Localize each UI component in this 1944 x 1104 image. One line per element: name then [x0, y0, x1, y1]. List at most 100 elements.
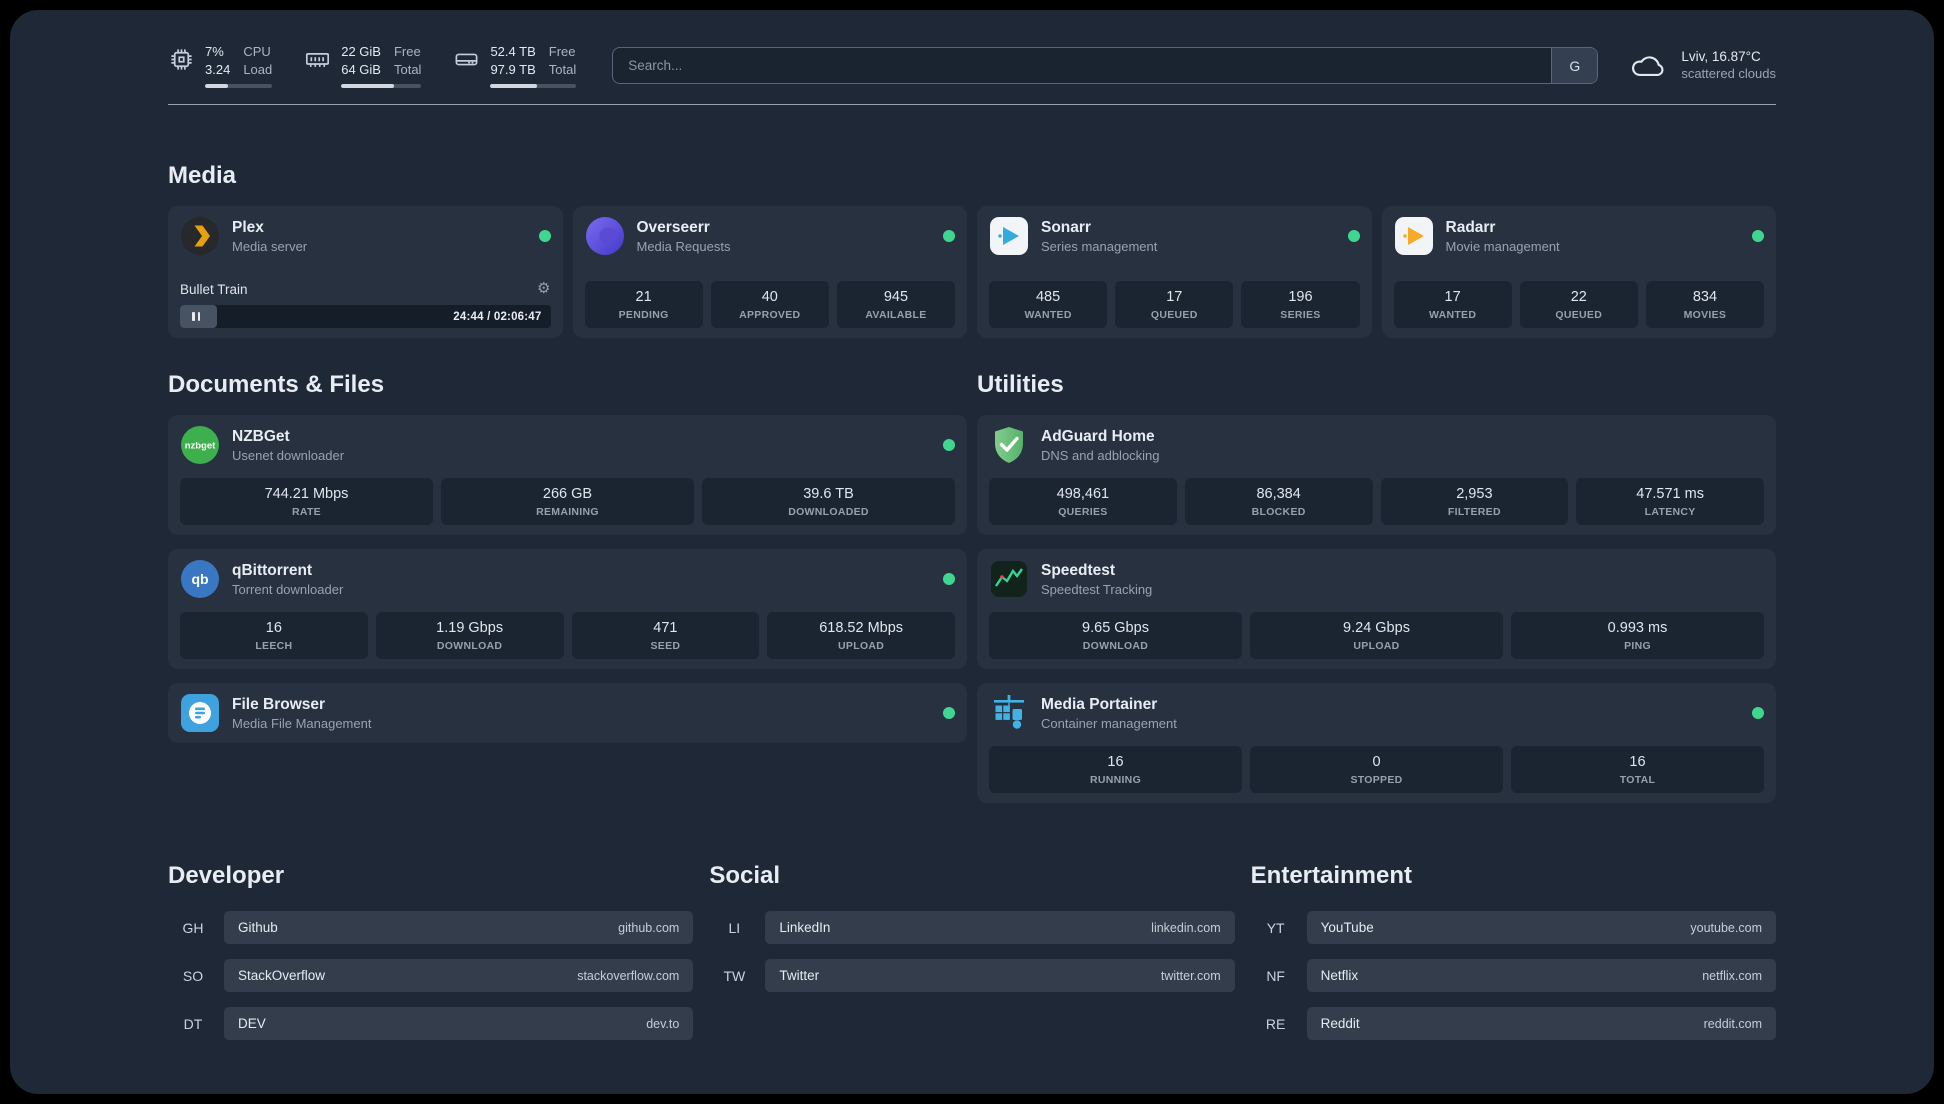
stat-box: 21 PENDING [584, 281, 703, 328]
top-bar: 7% 3.24 CPU Load 22 GiB 64 GiB Free Tota… [168, 44, 1776, 88]
system-widgets: 7% 3.24 CPU Load 22 GiB 64 GiB Free Tota… [168, 44, 577, 88]
bookmark-linkedin[interactable]: LI LinkedIn linkedin.com [709, 911, 1235, 944]
stat-label: PING [1624, 640, 1651, 652]
stat-label: DOWNLOAD [1082, 640, 1149, 652]
service-subtitle: Container management [1041, 716, 1177, 731]
stat-value: 86,384 [1256, 486, 1301, 502]
cpu-label: CPU [243, 44, 271, 59]
memory-progress-bar [341, 84, 422, 88]
stat-label: APPROVED [739, 309, 801, 321]
bookmark-url: youtube.com [1690, 920, 1762, 935]
stat-label: UPLOAD [838, 640, 885, 652]
service-subtitle: Movie management [1445, 239, 1560, 254]
pause-icon[interactable] [180, 312, 212, 321]
service-stats: 9.65 Gbps DOWNLOAD 9.24 Gbps UPLOAD 0.99… [989, 612, 1764, 659]
service-card-qbittorrent[interactable]: qb qBittorrent Torrent downloader 16 LEE… [168, 549, 967, 669]
stat-label: QUEUED [1150, 309, 1198, 321]
stat-label: DOWNLOADED [788, 506, 869, 518]
stat-value: 744.21 Mbps [264, 486, 349, 502]
bookmark-twitter[interactable]: TW Twitter twitter.com [709, 959, 1235, 992]
service-card-radarr[interactable]: Radarr Movie management 17 WANTED 22 QUE… [1381, 206, 1776, 338]
stat-value: 40 [761, 289, 778, 305]
service-stats: 498,461 QUERIES 86,384 BLOCKED 2,953 FIL… [989, 478, 1764, 525]
stat-box: 744.21 Mbps RATE [180, 478, 433, 525]
service-stats: 17 WANTED 22 QUEUED 834 MOVIES [1393, 281, 1765, 328]
stat-value: 9.65 Gbps [1082, 620, 1149, 636]
cpu-progress-bar [205, 84, 273, 88]
stat-label: LATENCY [1644, 506, 1696, 518]
playback-progress-bar[interactable]: 24:44 / 02:06:47 [180, 305, 551, 328]
media-cards: Plex Media server Bullet Train ⚙ 24:44 /… [168, 206, 1776, 338]
bookmark-url: github.com [618, 920, 680, 935]
stat-box: 0.993 ms PING [1511, 612, 1764, 659]
stat-value: 618.52 Mbps [819, 620, 904, 636]
service-name: AdGuard Home [1041, 428, 1155, 445]
service-card-sonarr[interactable]: Sonarr Series management 485 WANTED 17 Q… [977, 206, 1372, 338]
stat-label: LEECH [255, 640, 293, 652]
sonarr-icon [990, 217, 1028, 255]
overseerr-icon [585, 217, 624, 255]
bookmark-dev[interactable]: DT DEV dev.to [168, 1007, 694, 1040]
bookmark-stackoverflow[interactable]: SO StackOverflow stackoverflow.com [168, 959, 694, 992]
gear-icon[interactable]: ⚙ [537, 281, 550, 297]
bookmark-abbr: SO [182, 967, 204, 984]
now-playing-widget: Bullet Train ⚙ 24:44 / 02:06:47 [180, 281, 551, 328]
bookmark-name: Twitter [779, 968, 820, 983]
search-provider-button[interactable]: G [1551, 48, 1598, 83]
stat-box: 485 WANTED [989, 281, 1108, 328]
stat-label: RATE [291, 506, 321, 518]
stat-box: 86,384 BLOCKED [1184, 478, 1373, 525]
service-name: NZBGet [232, 428, 290, 445]
service-card-portainer[interactable]: Media Portainer Container management 16 … [977, 683, 1776, 803]
search-input[interactable] [613, 48, 1552, 83]
stat-value: 16 [1629, 754, 1646, 770]
service-card-nzbget[interactable]: nzbget NZBGet Usenet downloader 744.21 M… [168, 415, 967, 535]
nzbget-icon: nzbget [181, 426, 219, 464]
service-subtitle: Media server [232, 239, 308, 254]
svg-text:qb: qb [191, 571, 208, 587]
service-card-plex[interactable]: Plex Media server Bullet Train ⚙ 24:44 /… [168, 206, 563, 338]
stat-value: 9.24 Gbps [1343, 620, 1410, 636]
stat-box: 471 SEED [571, 612, 760, 659]
section-title-utilities: Utilities [977, 371, 1064, 398]
bookmark-abbr: GH [182, 919, 204, 936]
service-card-filebrowser[interactable]: File Browser Media File Management [168, 683, 967, 743]
status-dot [1752, 230, 1764, 242]
stat-box: 9.24 Gbps UPLOAD [1250, 612, 1503, 659]
disk-free-label: Free [548, 44, 576, 59]
stat-box: 47.571 ms LATENCY [1576, 478, 1764, 525]
memory-free-label: Free [393, 44, 421, 59]
weather-condition: scattered clouds [1681, 66, 1776, 81]
bookmark-reddit[interactable]: RE Reddit reddit.com [1251, 1007, 1776, 1040]
status-dot [1752, 707, 1764, 719]
stat-box: 9.65 Gbps DOWNLOAD [989, 612, 1242, 659]
disk-icon [455, 53, 478, 66]
cpu-load-label: Load [243, 62, 273, 77]
disk-progress-fill [490, 84, 537, 88]
stat-label: DOWNLOAD [436, 640, 503, 652]
stat-box: 196 SERIES [1241, 281, 1360, 328]
stat-label: SEED [650, 640, 681, 652]
adguard-icon [995, 427, 1023, 463]
stat-value: 498,461 [1056, 486, 1110, 502]
qbittorrent-icon: qb [181, 560, 219, 598]
bookmark-youtube[interactable]: YT YouTube youtube.com [1251, 911, 1776, 944]
memory-free-value: 22 GiB [341, 44, 381, 59]
bookmark-github[interactable]: GH Github github.com [168, 911, 694, 944]
filebrowser-icon [181, 694, 219, 732]
bookmark-netflix[interactable]: NF Netflix netflix.com [1251, 959, 1776, 992]
disk-free-value: 52.4 TB [490, 44, 536, 59]
stat-value: 485 [1035, 289, 1061, 305]
service-stats: 16 LEECH 1.19 Gbps DOWNLOAD 471 SEED 618… [180, 612, 955, 659]
service-name: Radarr [1445, 219, 1496, 236]
memory-icon [306, 53, 330, 67]
stat-label: WANTED [1428, 309, 1477, 321]
stat-label: PENDING [618, 309, 669, 321]
service-card-overseerr[interactable]: Overseerr Media Requests 21 PENDING 40 A… [572, 206, 967, 338]
service-name: Overseerr [636, 219, 710, 236]
service-subtitle: DNS and adblocking [1041, 448, 1160, 463]
cpu-widget: 7% 3.24 CPU Load [168, 44, 273, 88]
service-card-adguard[interactable]: AdGuard Home DNS and adblocking 498,461 … [977, 415, 1776, 535]
status-dot [538, 230, 551, 242]
service-card-speedtest[interactable]: Speedtest Speedtest Tracking 9.65 Gbps D… [977, 549, 1776, 669]
